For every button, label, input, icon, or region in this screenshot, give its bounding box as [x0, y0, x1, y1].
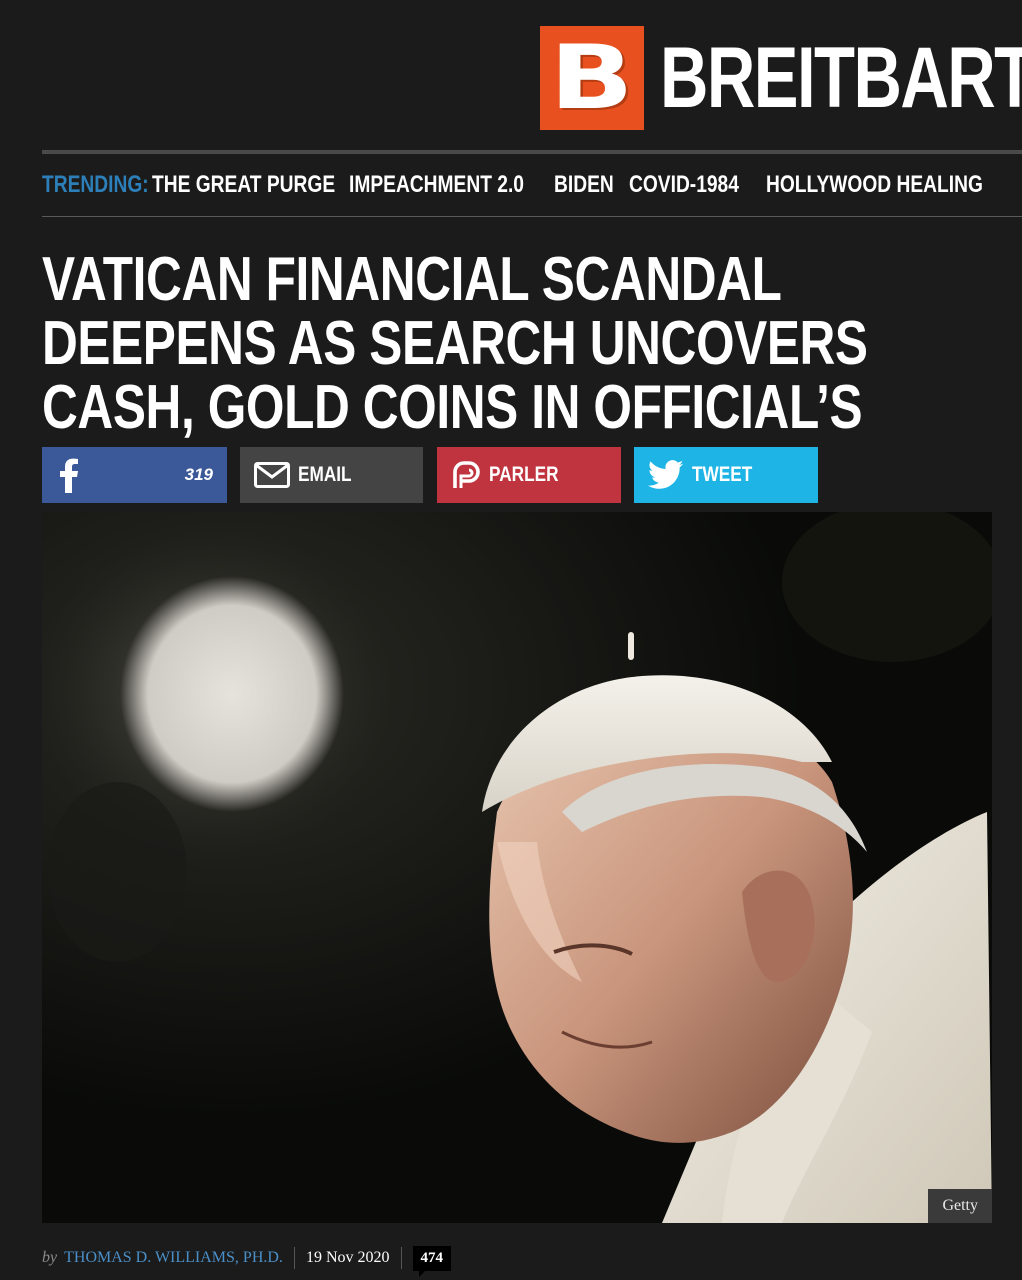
twitter-bird-icon	[648, 460, 684, 489]
envelope-icon	[254, 462, 290, 488]
trending-item-hollywood-healing[interactable]: HOLLYWOOD HEALING	[766, 171, 983, 199]
facebook-share-button[interactable]: 319	[42, 447, 227, 503]
breitbart-logo[interactable]: B BREITBART	[540, 26, 1022, 130]
byline-prefix: by	[42, 1249, 58, 1266]
trending-item-the-great-purge[interactable]: THE GREAT PURGE	[152, 171, 335, 199]
article-byline: by THOMAS D. WILLIAMS, PH.D. 19 Nov 2020…	[42, 1242, 451, 1277]
byline-divider	[400, 1247, 402, 1269]
tweet-share-button[interactable]: TWEET	[634, 447, 818, 503]
trending-item-covid[interactable]: COVID-1984	[629, 171, 739, 199]
tweet-label: TWEET	[692, 463, 753, 486]
article-hero-image: Getty	[42, 512, 992, 1223]
trending-item-biden[interactable]: BIDEN	[554, 171, 614, 199]
author-link[interactable]: THOMAS D. WILLIAMS, PH.D.	[64, 1249, 283, 1267]
parler-label: PARLER	[489, 463, 559, 486]
facebook-share-count: 319	[184, 465, 213, 484]
parler-share-button[interactable]: PARLER	[437, 447, 621, 503]
parler-icon	[453, 461, 480, 488]
email-share-button[interactable]: EMAIL	[240, 447, 423, 503]
facebook-icon	[60, 458, 78, 493]
comment-count-badge[interactable]: 474	[412, 1245, 451, 1277]
logo-letter: B	[550, 26, 634, 129]
byline-divider	[293, 1247, 295, 1269]
trending-label: TRENDING:	[42, 171, 149, 198]
site-header: B BREITBART	[0, 0, 1022, 150]
trending-bar: TRENDING: THE GREAT PURGE IMPEACHMENT 2.…	[42, 154, 1022, 216]
nav-divider-bottom	[42, 216, 1022, 217]
logo-badge: B	[540, 26, 644, 130]
logo-wordmark: BREITBART	[660, 30, 1022, 126]
image-credit: Getty	[928, 1189, 992, 1223]
hero-photo	[42, 512, 992, 1223]
email-label: EMAIL	[298, 463, 352, 486]
publish-date: 19 Nov 2020	[305, 1249, 390, 1266]
trending-item-impeachment[interactable]: IMPEACHMENT 2.0	[349, 171, 524, 199]
